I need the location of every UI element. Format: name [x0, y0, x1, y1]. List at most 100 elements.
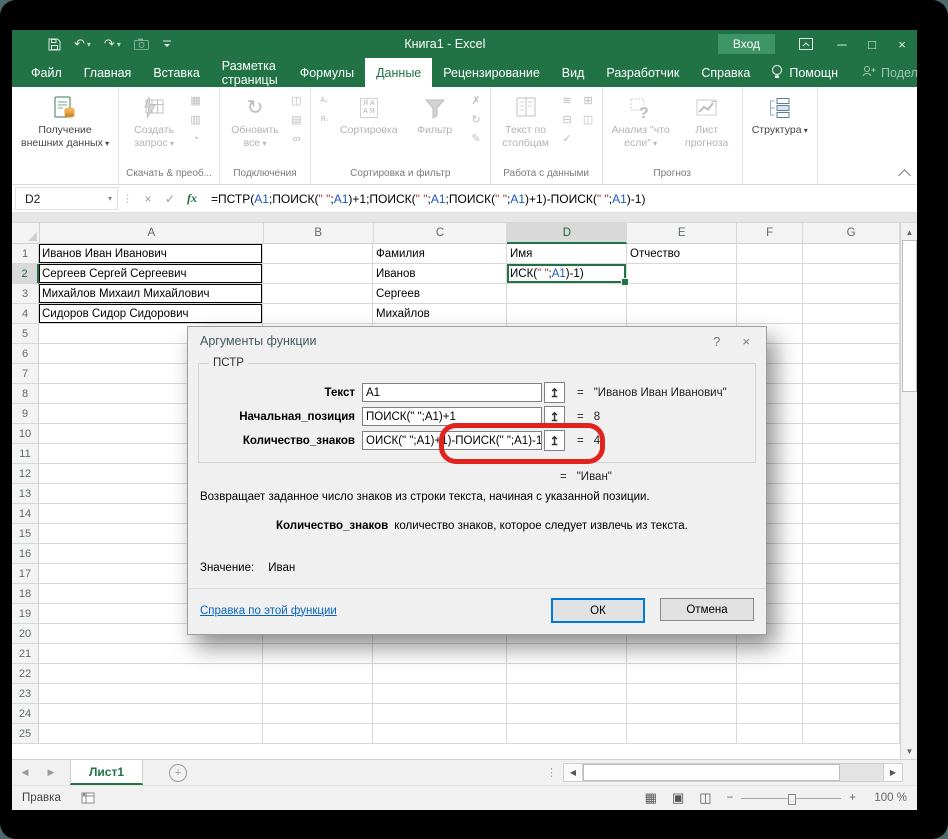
cell-D3[interactable] [507, 284, 627, 304]
cell-C23[interactable] [373, 684, 507, 704]
scroll-right-icon[interactable]: ▶ [883, 763, 903, 782]
close-button[interactable]: × [887, 30, 917, 58]
consolidate-icon[interactable]: ⊞ [580, 93, 597, 108]
cell-G19[interactable] [803, 604, 900, 624]
ribbon-button-get-external-data[interactable]: Получение внешних данных ▾ [17, 89, 113, 149]
row-header-7[interactable]: 7 [12, 364, 39, 384]
vertical-scrollbar-thumb[interactable] [902, 240, 917, 392]
cancel-entry-button[interactable]: × [137, 192, 159, 206]
cell-D2[interactable]: ИСК(" "; A1)-1) [507, 264, 629, 286]
cell-B25[interactable] [263, 724, 373, 744]
column-header-A[interactable]: A [40, 223, 264, 244]
cell-F23[interactable] [737, 684, 803, 704]
signin-button[interactable]: Вход [717, 34, 775, 54]
cell-F22[interactable] [737, 664, 803, 684]
row-header-11[interactable]: 11 [12, 444, 39, 464]
cell-C24[interactable] [373, 704, 507, 724]
cell-F4[interactable] [737, 304, 803, 324]
tab-page-layout[interactable]: Разметка страницы [211, 58, 289, 87]
cell-F3[interactable] [737, 284, 803, 304]
edit-links-icon[interactable]: ∞ [288, 131, 305, 146]
zoom-slider-thumb[interactable] [788, 793, 797, 805]
row-header-19[interactable]: 19 [12, 604, 39, 624]
cell-G23[interactable] [803, 684, 900, 704]
row-header-12[interactable]: 12 [12, 464, 39, 484]
fill-handle[interactable] [621, 278, 629, 286]
cell-D1[interactable]: Имя [507, 244, 627, 264]
column-header-E[interactable]: E [627, 223, 738, 244]
column-header-B[interactable]: B [263, 223, 374, 244]
redo-button[interactable]: ↷ ▾ [104, 36, 121, 52]
cell-C3[interactable]: Сергеев [373, 284, 507, 304]
argument-input-char-count[interactable]: ОИСК(" ";A1)+1)-ПОИСК(" ";A1)-1 [362, 431, 542, 450]
cell-F1[interactable] [737, 244, 803, 264]
redo-dropdown-icon[interactable]: ▾ [117, 40, 121, 49]
row-header-3[interactable]: 3 [12, 284, 39, 304]
cell-B22[interactable] [263, 664, 373, 684]
cell-C2[interactable]: Иванов [373, 264, 507, 284]
normal-view-icon[interactable]: ▦ [645, 790, 657, 806]
row-header-17[interactable]: 17 [12, 564, 39, 584]
row-header-8[interactable]: 8 [12, 384, 39, 404]
row-header-23[interactable]: 23 [12, 684, 39, 704]
sheet-prev-icon[interactable]: ◀ [12, 760, 38, 785]
cell-A1[interactable]: Иванов Иван Иванович [39, 244, 263, 264]
cell-E23[interactable] [627, 684, 737, 704]
cell-B2[interactable] [263, 264, 373, 284]
cell-A3[interactable]: Михайлов Михаил Михайлович [39, 284, 263, 304]
row-header-18[interactable]: 18 [12, 584, 39, 604]
row-header-13[interactable]: 13 [12, 484, 39, 504]
horizontal-scrollbar[interactable]: ◀ ▶ [563, 760, 903, 785]
cell-G14[interactable] [803, 504, 900, 524]
row-header-24[interactable]: 24 [12, 704, 39, 724]
cell-G6[interactable] [803, 344, 900, 364]
row-header-10[interactable]: 10 [12, 424, 39, 444]
column-header-D[interactable]: D [507, 223, 628, 244]
tab-data[interactable]: Данные [365, 58, 433, 87]
tab-view[interactable]: Вид [551, 58, 596, 87]
tab-splitter-handle[interactable]: ⋮ [540, 766, 563, 779]
column-header-G[interactable]: G [803, 223, 900, 244]
maximize-button[interactable]: □ [857, 30, 887, 58]
cell-G16[interactable] [803, 544, 900, 564]
column-header-F[interactable]: F [737, 223, 804, 244]
cell-G5[interactable] [803, 324, 900, 344]
select-all-corner[interactable] [12, 223, 40, 244]
cell-E3[interactable] [627, 284, 737, 304]
cell-D25[interactable] [507, 724, 627, 744]
horizontal-scrollbar-thumb[interactable] [583, 764, 840, 781]
cell-F25[interactable] [737, 724, 803, 744]
cell-G3[interactable] [803, 284, 900, 304]
cell-D24[interactable] [507, 704, 627, 724]
collapse-dialog-icon[interactable]: ↥ [544, 406, 565, 427]
ribbon-button-forecast-sheet[interactable]: Лист прогноза [677, 89, 737, 149]
sort-ascending-icon[interactable]: А↓ [316, 93, 333, 108]
tab-home[interactable]: Главная [73, 58, 143, 87]
scroll-up-icon[interactable]: ▲ [906, 223, 914, 240]
tab-formulas[interactable]: Формулы [289, 58, 365, 87]
cancel-button[interactable]: Отмена [660, 598, 754, 621]
sheet-tab[interactable]: Лист1 [70, 760, 144, 785]
vertical-scrollbar[interactable]: ▲ ▼ [900, 223, 917, 759]
page-break-view-icon[interactable]: ◫ [699, 790, 711, 806]
assistant-tab[interactable]: Помощн [761, 58, 848, 87]
cell-C25[interactable] [373, 724, 507, 744]
cell-A21[interactable] [39, 644, 263, 664]
cell-B4[interactable] [263, 304, 373, 324]
undo-button[interactable]: ↶ ▾ [74, 36, 91, 52]
tab-review[interactable]: Рецензирование [432, 58, 551, 87]
cell-B21[interactable] [263, 644, 373, 664]
row-header-22[interactable]: 22 [12, 664, 39, 684]
cell-G9[interactable] [803, 404, 900, 424]
column-header-C[interactable]: C [373, 223, 508, 244]
add-sheet-icon[interactable]: + [169, 763, 188, 782]
data-validation-icon[interactable]: ✓ [559, 131, 576, 146]
ribbon-button-new-query[interactable]: Создать запрос ▾ [124, 89, 184, 149]
collapse-dialog-icon[interactable]: ↥ [544, 382, 565, 403]
recent-sources-icon[interactable]: ◔ [187, 131, 204, 146]
collapse-dialog-icon[interactable]: ↥ [544, 430, 565, 451]
cell-E1[interactable]: Отчество [627, 244, 737, 264]
row-header-16[interactable]: 16 [12, 544, 39, 564]
argument-input-start-position[interactable]: ПОИСК(" ";A1)+1 [362, 407, 542, 426]
cell-G21[interactable] [803, 644, 900, 664]
